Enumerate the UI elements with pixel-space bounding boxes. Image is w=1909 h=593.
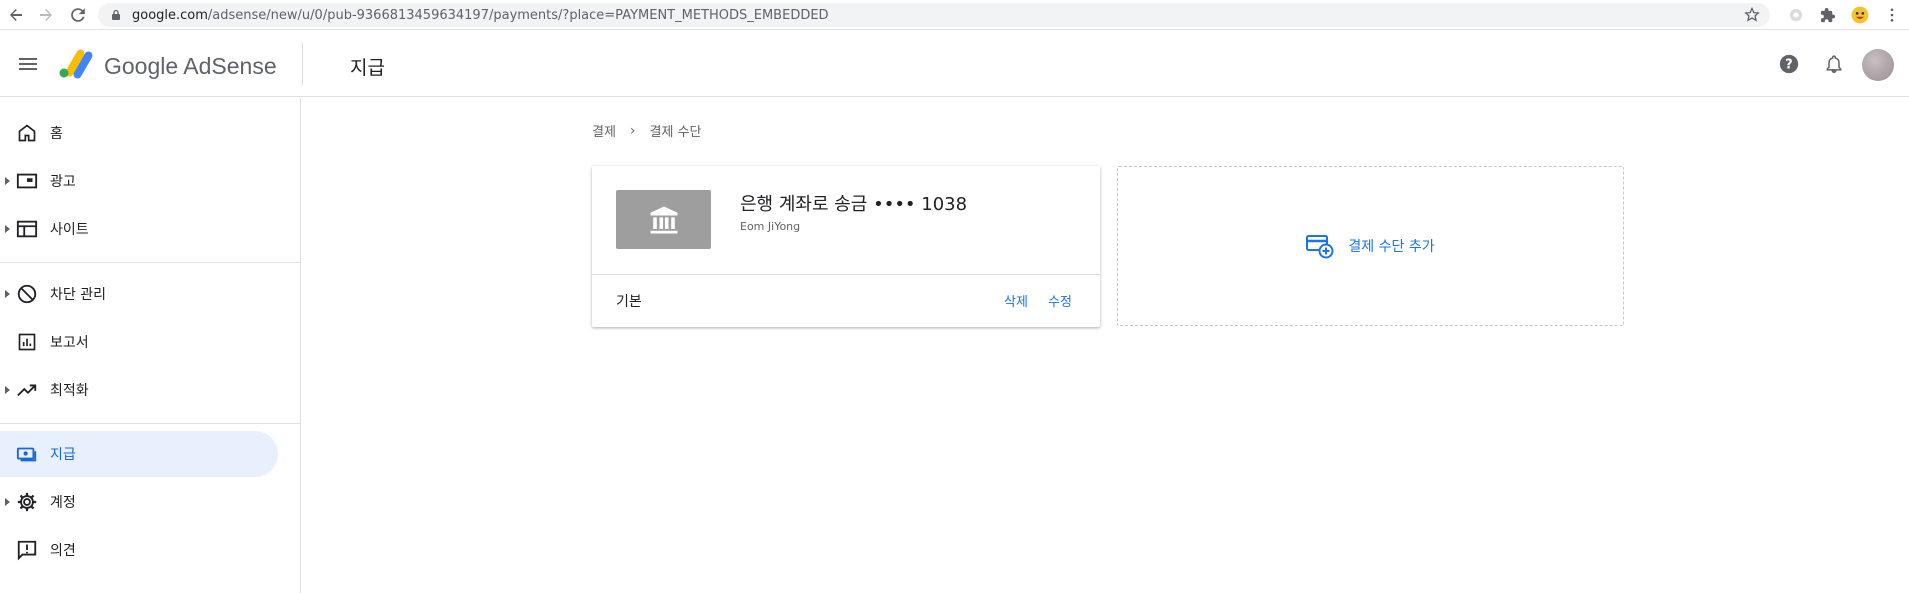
settings-icon (15, 490, 39, 514)
add-card-icon (1306, 235, 1334, 259)
breadcrumb-separator: › (629, 122, 636, 139)
profile-emoji-icon[interactable] (1850, 5, 1870, 25)
sidebar-item-label: 사이트 (50, 222, 89, 238)
page-title: 지급 (350, 57, 385, 79)
address-bar[interactable]: google.com/adsense/new/u/0/pub-936681345… (98, 3, 1770, 27)
forward-button[interactable] (32, 1, 60, 29)
url-path: /adsense/new/u/0/pub-9366813459634197/pa… (207, 7, 829, 23)
breadcrumb-current: 결제 수단 (649, 125, 702, 140)
sidebar-item-label: 차단 관리 (50, 287, 106, 303)
ads-icon (15, 169, 39, 193)
puzzle-extensions-icon[interactable] (1818, 5, 1838, 25)
card-divider (592, 274, 1100, 275)
sidebar-item-label: 광고 (50, 174, 76, 190)
default-badge: 기본 (616, 294, 642, 310)
expand-caret-icon (5, 290, 10, 298)
avatar[interactable] (1862, 49, 1894, 81)
sidebar-item-account[interactable]: 계정 (0, 479, 278, 525)
notifications-bell-icon[interactable] (1822, 52, 1846, 76)
account-holder-name: Eom JiYong (740, 220, 801, 233)
app-header: Google AdSense 지급 ? (0, 31, 1909, 97)
expand-caret-icon (5, 386, 10, 394)
sidebar-item-label: 계정 (50, 495, 76, 511)
reload-button[interactable] (64, 1, 92, 29)
forward-arrow-icon (40, 9, 52, 21)
add-payment-method-content: 결제 수단 추가 (1306, 233, 1435, 259)
feedback-icon (15, 538, 39, 562)
block-icon (15, 282, 39, 306)
sites-icon (15, 217, 39, 241)
sidebar-item-label: 홈 (50, 126, 63, 142)
bank-icon (616, 190, 711, 249)
browser-menu-icon[interactable] (1882, 5, 1902, 25)
sidebar-item-blocking-controls[interactable]: 차단 관리 (0, 271, 278, 317)
expand-caret-icon (5, 177, 10, 185)
header-divider (302, 43, 303, 85)
payment-method-title: 은행 계좌로 송금 •••• 1038 (740, 194, 968, 215)
adsense-logo-icon (59, 49, 93, 79)
payment-method-card: 은행 계좌로 송금 •••• 1038 Eom JiYong 기본 삭제 수정 (592, 166, 1100, 327)
payments-icon (15, 442, 39, 466)
help-icon[interactable]: ? (1777, 52, 1801, 76)
svg-text:?: ? (1785, 58, 1792, 73)
url-host: google.com (132, 7, 208, 23)
sidebar-item-label: 지급 (50, 447, 76, 463)
reload-icon (71, 8, 85, 22)
sidebar-item-home[interactable]: 홈 (0, 110, 278, 156)
extension-circle-icon[interactable] (1786, 5, 1806, 25)
sidebar-item-optimization[interactable]: 최적화 (0, 367, 278, 413)
sidebar-divider (0, 423, 301, 424)
edit-button[interactable]: 수정 (1048, 291, 1072, 310)
expand-caret-icon (5, 225, 10, 233)
bookmark-star-icon[interactable] (1744, 7, 1760, 23)
delete-button[interactable]: 삭제 (1004, 291, 1028, 310)
sidebar-item-label: 최적화 (50, 383, 89, 399)
browser-toolbar: google.com/adsense/new/u/0/pub-936681345… (0, 0, 1909, 30)
back-button[interactable] (2, 1, 30, 29)
breadcrumb-parent-link[interactable]: 결제 (592, 121, 616, 140)
sidebar-item-label: 의견 (50, 543, 76, 559)
sidebar-item-label: 보고서 (50, 335, 89, 351)
menu-icon[interactable] (16, 52, 40, 76)
sidebar-item-feedback[interactable]: 의견 (0, 527, 278, 573)
sidebar-item-reports[interactable]: 보고서 (0, 319, 278, 365)
back-arrow-icon (10, 9, 22, 21)
add-payment-method-label: 결제 수단 추가 (1348, 239, 1435, 255)
reports-icon (15, 330, 39, 354)
lock-icon (112, 9, 120, 20)
sidebar: 홈 광고 사이트 차단 관리 보고서 최적화 지급 계정 의견 (0, 98, 301, 593)
sidebar-item-sites[interactable]: 사이트 (0, 206, 278, 252)
home-icon (15, 121, 39, 145)
expand-caret-icon (5, 498, 10, 506)
sidebar-divider (0, 262, 301, 263)
breadcrumb: 결제 › 결제 수단 (592, 121, 702, 141)
brand-name: Google AdSense (104, 53, 277, 79)
add-payment-method-button[interactable]: 결제 수단 추가 (1117, 166, 1624, 326)
sidebar-item-payments[interactable]: 지급 (0, 431, 278, 477)
optimization-icon (15, 378, 39, 402)
sidebar-item-ads[interactable]: 광고 (0, 158, 278, 204)
